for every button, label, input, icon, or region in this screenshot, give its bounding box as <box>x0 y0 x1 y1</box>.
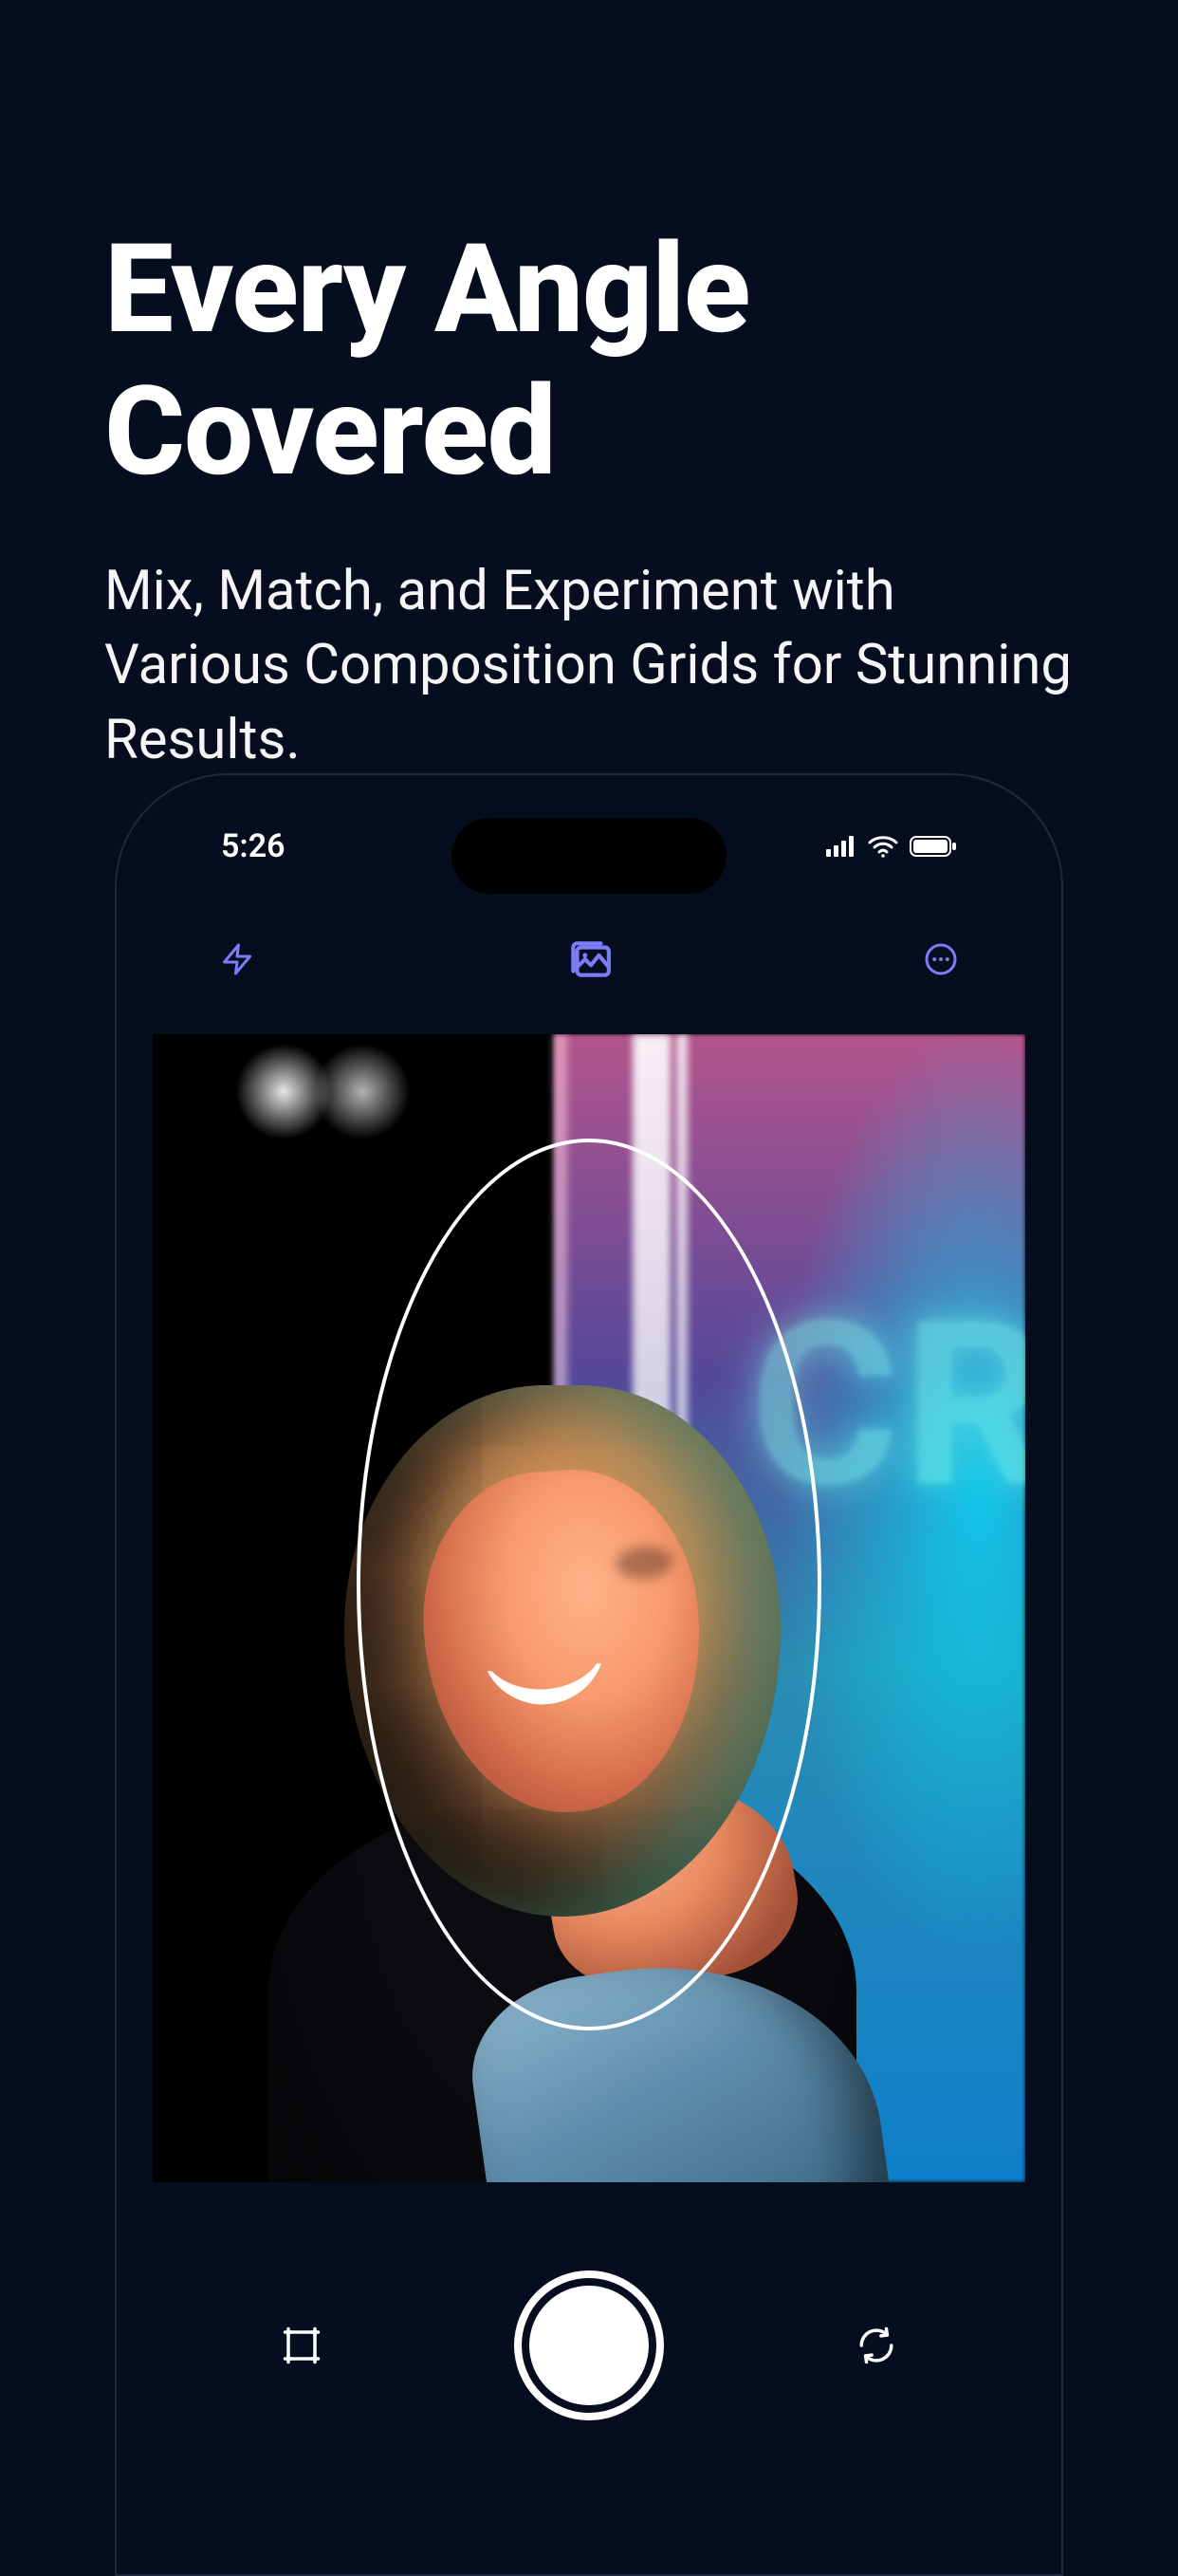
hero-section: Every Angle Covered Mix, Match, and Expe… <box>0 0 1178 777</box>
camera-bottom-controls <box>117 2270 1061 2420</box>
grid-button[interactable] <box>278 2322 325 2369</box>
subject-person <box>259 1290 866 2182</box>
hero-title: Every Angle Covered <box>104 218 1074 502</box>
more-icon[interactable] <box>920 938 962 980</box>
switch-camera-button[interactable] <box>853 2322 900 2369</box>
status-indicators <box>826 835 957 858</box>
hero-subtitle: Mix, Match, and Experiment with Various … <box>104 554 1074 777</box>
camera-top-toolbar <box>117 938 1061 980</box>
camera-viewfinder: CR <box>153 1034 1025 2182</box>
battery-icon <box>910 835 957 858</box>
dynamic-island <box>451 818 727 894</box>
gallery-icon[interactable] <box>568 938 610 980</box>
shutter-button[interactable] <box>514 2270 664 2420</box>
phone-frame: 5:26 <box>115 773 1063 2576</box>
flash-icon[interactable] <box>216 938 258 980</box>
cellular-icon <box>826 836 856 857</box>
status-time: 5:26 <box>221 827 285 865</box>
wifi-icon <box>868 835 898 858</box>
shutter-inner <box>529 2286 649 2405</box>
